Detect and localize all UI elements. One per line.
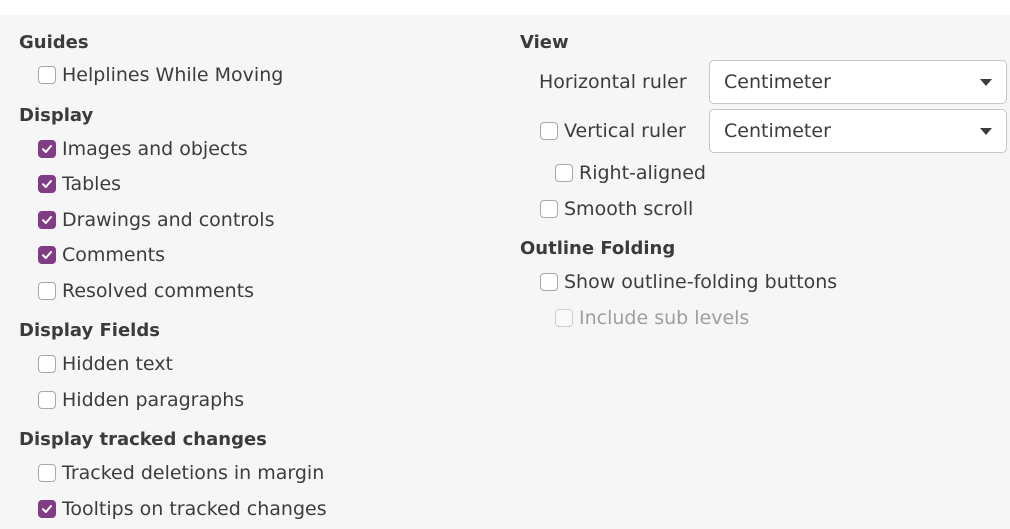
checkbox-label: Tooltips on tracked changes [62,498,327,520]
vertical-ruler-select[interactable]: Centimeter [709,109,1007,153]
right-aligned-checkbox[interactable]: Right-aligned [555,160,706,186]
checkbox-label: Vertical ruler [564,120,686,142]
checkmark-icon [42,505,52,513]
checkbox-label: Smooth scroll [564,198,694,220]
chevron-down-icon [980,79,992,86]
checkbox-label: Hidden text [62,353,173,375]
resolved-comments-checkbox[interactable]: Resolved comments [38,278,254,304]
checkbox-label: Tracked deletions in margin [62,462,325,484]
horizontal-ruler-label: Horizontal ruler [539,71,687,93]
checkbox-box [540,200,558,218]
checkmark-icon [42,251,52,259]
checkbox-label: Tables [62,173,122,195]
checkbox-box [38,175,56,193]
checkbox-box [38,211,56,229]
helplines-while-moving-checkbox[interactable]: Helplines While Moving [38,62,283,88]
checkbox-box [555,309,573,327]
checkbox-box [38,500,56,518]
tooltips-on-tracked-changes-checkbox[interactable]: Tooltips on tracked changes [38,496,327,522]
checkbox-box [38,66,56,84]
checkmark-icon [42,216,52,224]
view-heading: View [520,32,569,53]
vertical-ruler-value: Centimeter [724,120,831,142]
tracked-deletions-in-margin-checkbox[interactable]: Tracked deletions in margin [38,460,324,486]
checkbox-label: Comments [62,244,165,266]
checkbox-label: Helplines While Moving [62,64,284,86]
checkbox-label: Show outline-folding buttons [564,271,838,293]
horizontal-ruler-value: Centimeter [724,71,831,93]
checkbox-box [540,122,558,140]
checkmark-icon [42,145,52,153]
comments-checkbox[interactable]: Comments [38,242,165,268]
checkbox-label: Right-aligned [579,162,706,184]
include-sub-levels-checkbox: Include sub levels [555,305,749,331]
checkbox-box [38,355,56,373]
outline-folding-heading: Outline Folding [520,238,676,259]
smooth-scroll-checkbox[interactable]: Smooth scroll [540,196,693,222]
checkbox-box [38,140,56,158]
checkbox-label: Resolved comments [62,280,255,302]
tables-checkbox[interactable]: Tables [38,171,121,197]
checkbox-box [38,391,56,409]
guides-heading: Guides [19,32,89,53]
checkbox-box [38,282,56,300]
display-heading: Display [19,105,94,126]
show-outline-folding-buttons-checkbox[interactable]: Show outline-folding buttons [540,269,837,295]
display-tracked-changes-heading: Display tracked changes [19,429,267,450]
drawings-and-controls-checkbox[interactable]: Drawings and controls [38,207,275,233]
images-and-objects-checkbox[interactable]: Images and objects [38,136,248,162]
checkbox-box [38,464,56,482]
chevron-down-icon [980,128,992,135]
checkbox-label: Include sub levels [579,307,750,329]
display-fields-heading: Display Fields [19,320,160,341]
horizontal-ruler-select[interactable]: Centimeter [709,60,1007,104]
checkbox-box [540,273,558,291]
hidden-text-checkbox[interactable]: Hidden text [38,351,173,377]
checkbox-label: Drawings and controls [62,209,275,231]
checkbox-label: Images and objects [62,138,248,160]
checkbox-box [555,164,573,182]
hidden-paragraphs-checkbox[interactable]: Hidden paragraphs [38,387,244,413]
vertical-ruler-checkbox[interactable]: Vertical ruler [540,118,686,144]
checkbox-box [38,246,56,264]
checkmark-icon [42,180,52,188]
checkbox-label: Hidden paragraphs [62,389,245,411]
